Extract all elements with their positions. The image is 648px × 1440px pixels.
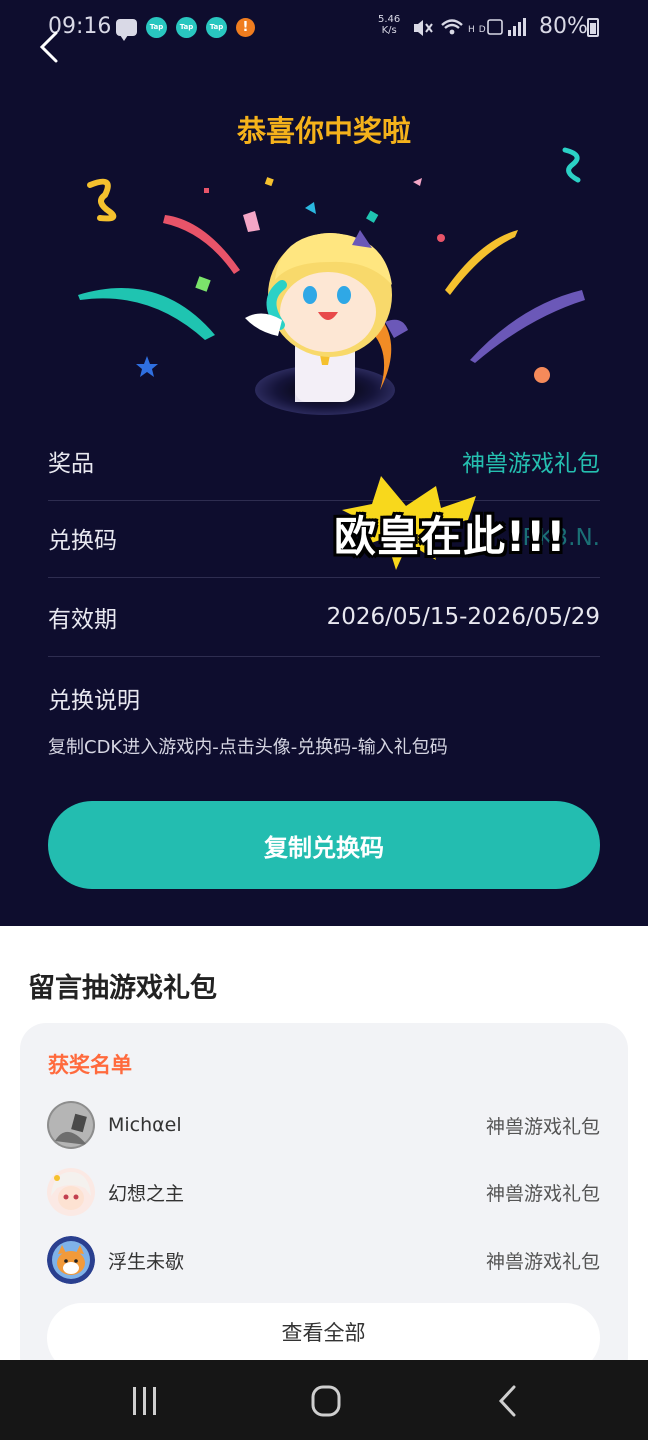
- code-label: 兑换码: [48, 527, 117, 554]
- confetti-piece: [264, 177, 274, 187]
- network-speed-unit: K/s: [381, 25, 397, 36]
- message-icon: [116, 18, 137, 41]
- mute-icon: [414, 20, 433, 36]
- winner-row[interactable]: 幻想之主 神兽游戏礼包: [47, 1167, 600, 1217]
- winner-prize: 神兽游戏礼包: [485, 1250, 600, 1273]
- confetti-piece: [305, 202, 316, 214]
- avatar[interactable]: [47, 1168, 95, 1216]
- home-icon[interactable]: [306, 1384, 346, 1418]
- validity-value: 2026/05/15-2026/05/29: [326, 603, 600, 630]
- avatar[interactable]: [47, 1236, 95, 1284]
- instructions-label: 兑换说明: [48, 688, 140, 714]
- confetti-squiggle: [562, 147, 581, 183]
- confetti-streamer: [163, 215, 240, 274]
- confetti-piece: [195, 276, 211, 292]
- winner-row[interactable]: Michαel 神兽游戏礼包: [47, 1100, 600, 1150]
- confetti-piece: [534, 367, 550, 383]
- network-speed: 5.46 K/s: [378, 14, 400, 36]
- avatar[interactable]: [47, 1101, 95, 1149]
- system-status-icons: HD: [414, 18, 526, 36]
- hd-icon: HD: [468, 25, 490, 35]
- back-icon[interactable]: [488, 1384, 528, 1418]
- tap-icon: Tap: [146, 16, 167, 38]
- confetti-squiggle: [87, 178, 117, 222]
- sticker-text: 欧皇在此!!!: [334, 512, 567, 561]
- signal-icon: [508, 18, 526, 36]
- tap-icon: Tap: [206, 16, 227, 38]
- winners-title: 获奖名单: [48, 1053, 132, 1077]
- comments-title: 留言抽游戏礼包: [28, 973, 217, 1004]
- status-bar: 09:16 Tap Tap Tap ! 5.46 K/s HD 80%: [0, 0, 648, 56]
- recent-apps-icon[interactable]: [125, 1384, 165, 1418]
- winner-row[interactable]: 浮生未歇 神兽游戏礼包: [47, 1235, 600, 1285]
- winner-name: Michαel: [108, 1114, 182, 1136]
- star-icon: [136, 356, 158, 377]
- instructions-text: 复制CDK进入游戏内-点击头像-兑换码-输入礼包码: [48, 737, 448, 758]
- comment-sheet: 留言抽游戏礼包 获奖名单 Michαel 神兽游戏礼包 幻想之主 神兽游戏礼包 …: [0, 926, 648, 1383]
- confetti-piece: [204, 188, 209, 193]
- battery-percent: 80%: [539, 14, 588, 39]
- winner-name: 幻想之主: [108, 1182, 185, 1205]
- confetti-streamer: [78, 288, 215, 340]
- celebration-illustration: [78, 147, 585, 415]
- winner-prize: 神兽游戏礼包: [485, 1115, 600, 1138]
- sim-icon: [487, 19, 503, 35]
- system-nav-bar: [0, 1360, 648, 1440]
- tap-icon: Tap: [176, 16, 197, 38]
- instructions-row: 兑换说明: [48, 658, 600, 738]
- copy-code-button[interactable]: 复制兑换码: [48, 801, 600, 889]
- winner-name: 浮生未歇: [108, 1250, 185, 1273]
- winners-card: 获奖名单 Michαel 神兽游戏礼包 幻想之主 神兽游戏礼包 浮生未歇 神兽游…: [20, 1023, 628, 1383]
- network-speed-value: 5.46: [378, 14, 401, 25]
- battery-icon: [587, 18, 599, 37]
- wifi-icon: [441, 19, 463, 35]
- confetti-piece: [413, 178, 422, 186]
- confetti-piece: [437, 234, 445, 242]
- validity-row: 有效期 2026/05/15-2026/05/29: [48, 577, 600, 657]
- confetti-piece: [243, 211, 260, 232]
- prize-label: 奖品: [48, 450, 94, 477]
- confetti-piece: [366, 210, 379, 223]
- confetti-streamer: [470, 290, 585, 363]
- validity-label: 有效期: [48, 606, 117, 633]
- confetti-streamer: [445, 230, 518, 295]
- back-arrow-icon[interactable]: [36, 30, 66, 64]
- notification-icons: Tap Tap Tap !: [116, 16, 255, 41]
- alert-icon: !: [236, 17, 255, 37]
- winner-prize: 神兽游戏礼包: [485, 1182, 600, 1205]
